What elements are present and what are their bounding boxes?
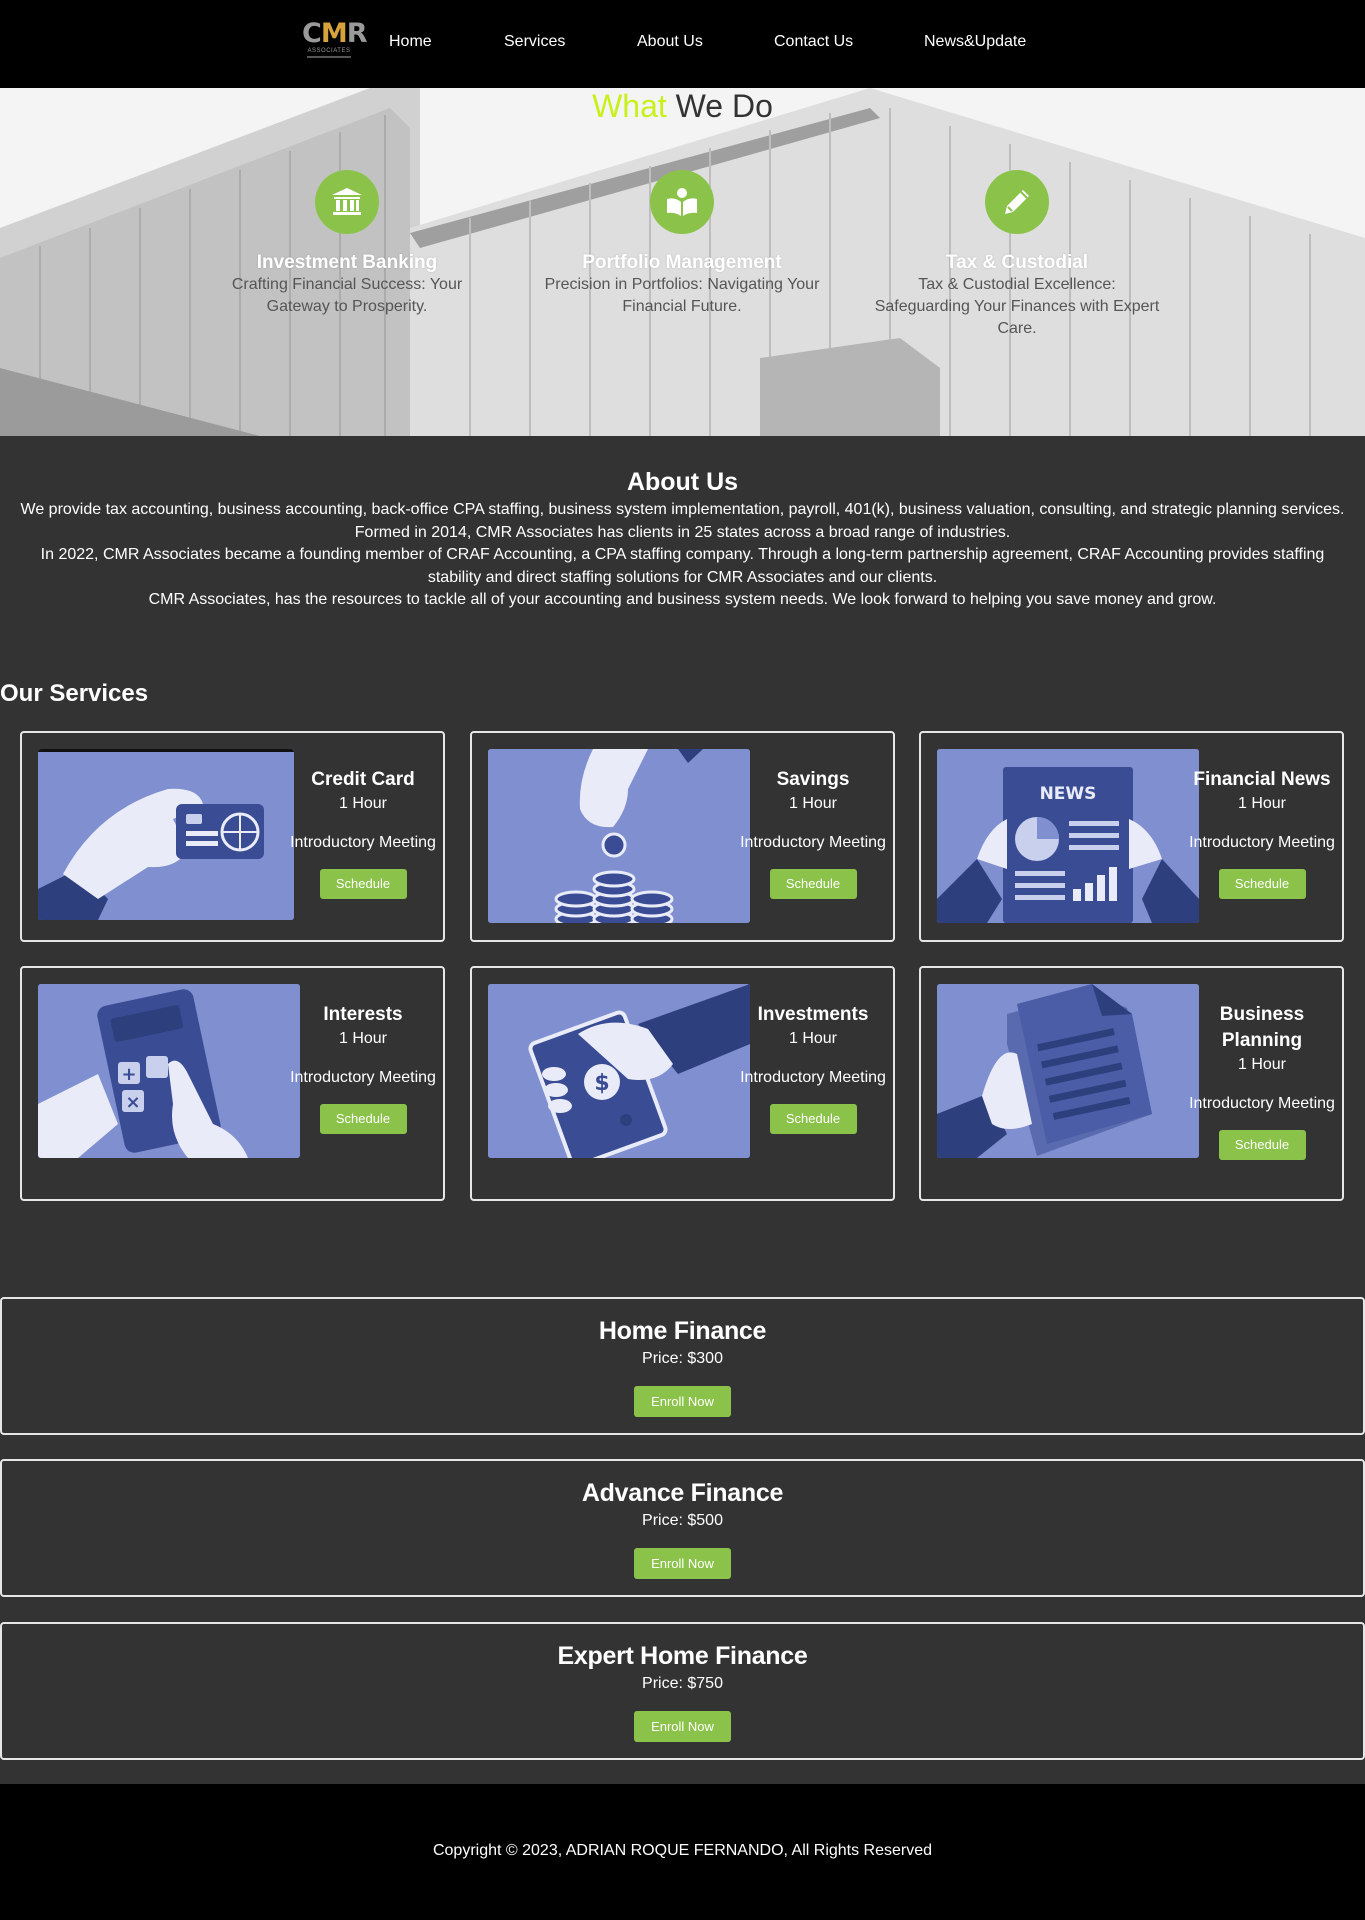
service-duration: 1 Hour: [788, 795, 838, 812]
feature-text: Precision in Portfolios: Navigating Your…: [544, 276, 820, 315]
service-info: Business Planning 1 Hour Introductory Me…: [1182, 1002, 1342, 1160]
service-meeting: Introductory Meeting: [740, 834, 886, 851]
hero-title: What We Do: [0, 88, 1365, 125]
service-info: Interests 1 Hour Introductory Meeting Sc…: [283, 1002, 443, 1134]
schedule-button[interactable]: Schedule: [1218, 1130, 1306, 1160]
feature-text: Crafting Financial Success: Your Gateway…: [231, 276, 463, 315]
service-title: Investments: [757, 1004, 869, 1025]
service-card-credit-card: Credit Card 1 Hour Introductory Meeting …: [20, 731, 445, 942]
schedule-button[interactable]: Schedule: [1218, 869, 1306, 899]
news-label: NEWS: [1040, 784, 1097, 804]
service-meeting: Introductory Meeting: [290, 1069, 436, 1086]
service-card-savings: Savings 1 Hour Introductory Meeting Sche…: [470, 731, 895, 942]
feature-title: Portfolio Management: [582, 252, 782, 273]
nav-home[interactable]: Home: [389, 33, 432, 51]
service-duration: 1 Hour: [338, 795, 388, 812]
service-title: Credit Card: [311, 769, 415, 790]
service-meeting: Introductory Meeting: [1189, 834, 1335, 851]
pricing-amount: Price: $750: [642, 1675, 723, 1692]
about-title: About Us: [626, 468, 739, 496]
about-paragraph-2: Formed in 2014, CMR Associates has clien…: [354, 523, 1011, 541]
service-meeting: Introductory Meeting: [290, 834, 436, 851]
service-duration: 1 Hour: [788, 1030, 838, 1047]
service-info: Credit Card 1 Hour Introductory Meeting …: [283, 767, 443, 899]
svg-text:×: ×: [125, 1092, 140, 1113]
footer-copyright: Copyright © 2023, ADRIAN ROQUE FERNANDO,…: [432, 1842, 933, 1859]
pricing-title: Advance Finance: [581, 1479, 784, 1507]
enroll-button[interactable]: Enroll Now: [634, 1711, 731, 1742]
service-duration: 1 Hour: [338, 1030, 388, 1047]
logo-underline: [307, 56, 351, 58]
pencil-icon: [985, 170, 1049, 234]
service-title: Savings: [776, 769, 850, 790]
nav-about-us[interactable]: About Us: [637, 33, 703, 51]
pricing-title: Expert Home Finance: [557, 1642, 808, 1670]
svg-text:$: $: [594, 1071, 609, 1096]
about-paragraph-3: In 2022, CMR Associates became a foundin…: [40, 546, 1325, 586]
service-title: Financial News: [1193, 769, 1331, 790]
pricing-title: Home Finance: [598, 1317, 767, 1345]
service-info: Financial News 1 Hour Introductory Meeti…: [1182, 767, 1342, 899]
logo-subtitle: ASSOCIATES: [307, 48, 351, 54]
feature-title: Tax & Custodial: [945, 252, 1089, 273]
about-paragraph-1: We provide tax accounting, business acco…: [20, 501, 1345, 518]
svg-text:+: +: [121, 1064, 136, 1085]
about-section: About Us We provide tax accounting, busi…: [0, 468, 1365, 612]
service-card-business-planning: Business Planning 1 Hour Introductory Me…: [919, 966, 1344, 1201]
hero-section: What We Do Investment Banking Crafting F…: [0, 88, 1365, 436]
service-card-financial-news: NEWS Financial News 1 Hour Introductory …: [919, 731, 1344, 942]
services-title: Our Services: [0, 680, 149, 707]
feature-investment-banking: Investment Banking Crafting Financial Su…: [197, 170, 497, 318]
logo[interactable]: CMR ASSOCIATES: [302, 18, 368, 62]
enroll-button[interactable]: Enroll Now: [634, 1386, 731, 1417]
pricing-amount: Price: $300: [642, 1350, 723, 1367]
nav-news-update[interactable]: News&Update: [924, 33, 1026, 51]
service-meeting: Introductory Meeting: [1189, 1095, 1335, 1112]
nav-contact-us[interactable]: Contact Us: [774, 33, 853, 51]
schedule-button[interactable]: Schedule: [769, 1104, 857, 1134]
bank-icon: [315, 170, 379, 234]
hero-title-rest: We Do: [666, 88, 773, 124]
feature-text: Tax & Custodial Excellence: Safeguarding…: [874, 276, 1160, 337]
nav-services[interactable]: Services: [504, 33, 565, 51]
schedule-button[interactable]: Schedule: [769, 869, 857, 899]
feature-title: Investment Banking: [256, 252, 438, 273]
enroll-button[interactable]: Enroll Now: [634, 1548, 731, 1579]
cash-hand-illustration: $: [488, 984, 750, 1158]
hero-title-highlight: What: [592, 88, 667, 124]
savings-coins-illustration: [488, 749, 750, 923]
service-title: Business Planning: [1219, 1004, 1305, 1051]
service-duration: 1 Hour: [1237, 1056, 1287, 1073]
footer: Copyright © 2023, ADRIAN ROQUE FERNANDO,…: [0, 1784, 1365, 1920]
service-card-investments: $ Investments 1 Hour Introductory Meetin…: [470, 966, 895, 1201]
book-reader-icon: [650, 170, 714, 234]
calculator-illustration: + ×: [38, 984, 300, 1158]
service-card-interests: + × Interests 1 Hour Introductory Meetin…: [20, 966, 445, 1201]
about-paragraph-4: CMR Associates, has the resources to tac…: [148, 591, 1217, 608]
service-meeting: Introductory Meeting: [740, 1069, 886, 1086]
credit-card-illustration: [38, 749, 294, 920]
newspaper-illustration: NEWS: [937, 749, 1199, 923]
service-duration: 1 Hour: [1237, 795, 1287, 812]
service-info: Savings 1 Hour Introductory Meeting Sche…: [733, 767, 893, 899]
pricing-amount: Price: $500: [642, 1512, 723, 1529]
pricing-card-home-finance: Home Finance Price: $300 Enroll Now: [0, 1297, 1365, 1435]
feature-portfolio-management: Portfolio Management Precision in Portfo…: [532, 170, 832, 318]
schedule-button[interactable]: Schedule: [319, 1104, 407, 1134]
feature-tax-custodial: Tax & Custodial Tax & Custodial Excellen…: [867, 170, 1167, 340]
document-illustration: [937, 984, 1199, 1158]
service-title: Interests: [323, 1004, 403, 1025]
schedule-button[interactable]: Schedule: [319, 869, 407, 899]
logo-mark: CMR: [302, 18, 368, 49]
pricing-card-advance-finance: Advance Finance Price: $500 Enroll Now: [0, 1459, 1365, 1597]
pricing-card-expert-home-finance: Expert Home Finance Price: $750 Enroll N…: [0, 1622, 1365, 1760]
top-nav: CMR ASSOCIATES Home Services About Us Co…: [0, 0, 1365, 88]
service-info: Investments 1 Hour Introductory Meeting …: [733, 1002, 893, 1134]
